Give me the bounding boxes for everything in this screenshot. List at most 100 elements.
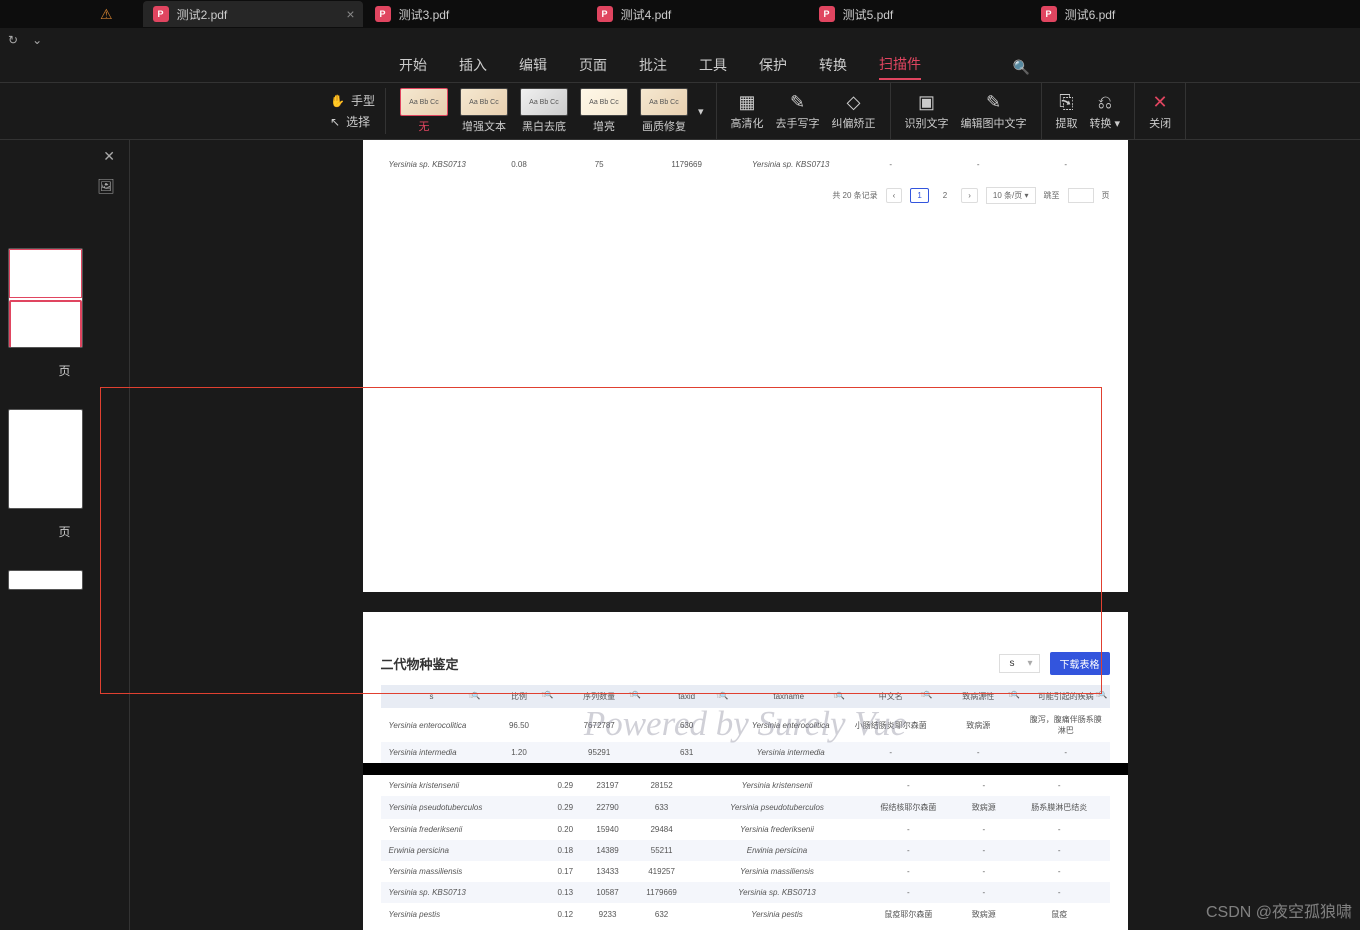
pagination: 共 20 条记录 ‹ 1 2 › 10 条/页 ▾ 跳至 页 (381, 187, 1110, 204)
table-row: Yersinia frederiksenii0.201594029484Yers… (381, 819, 1110, 840)
handwrite-icon: ✎ (790, 92, 805, 113)
pagination-jump-input[interactable] (1068, 188, 1094, 203)
level-select[interactable]: s (999, 654, 1040, 673)
menu-annotate[interactable]: 批注 (639, 55, 667, 79)
pagination-prev[interactable]: ‹ (886, 188, 903, 203)
menu-convert[interactable]: 转换 (819, 55, 847, 79)
chevron-down-icon: ▾ (698, 105, 704, 118)
pagination-page-1[interactable]: 1 (910, 188, 928, 203)
close-icon[interactable]: × (346, 6, 354, 22)
search-icon[interactable]: 🔍 (1013, 59, 1030, 76)
menu-start[interactable]: 开始 (399, 55, 427, 79)
sidebar-image-icon[interactable]: 🖼 (97, 178, 115, 195)
species-table-cont: Yersinia kristensenii0.292319728152Yersi… (381, 775, 1110, 926)
thumb-label: 页 (8, 362, 121, 379)
ocr-button[interactable]: ▣识别文字 (899, 83, 955, 139)
tab[interactable]: P 测试6.pdf (1031, 1, 1251, 27)
pdf-icon: P (819, 6, 835, 22)
ribbon-close-group: ✕关闭 (1135, 83, 1186, 139)
ribbon-enhance-group: ▦高清化 ✎去手写字 ◇纠偏矫正 (717, 83, 891, 139)
ribbon-extract-group: ⎘提取 ⎌转换 ▾ (1042, 83, 1136, 139)
sidebar-close-icon[interactable]: ✕ (103, 148, 115, 165)
thumb-2-wrap[interactable]: 页 (8, 409, 121, 540)
hand-icon: ✋ (330, 94, 345, 108)
tab[interactable]: P 测试5.pdf (809, 1, 1029, 27)
menu-scan[interactable]: 扫描件 (879, 54, 921, 80)
pdf-icon: P (597, 6, 613, 22)
thumb-1-wrap[interactable]: 页 (8, 248, 121, 379)
species-table: s⇅ 🔍 比例⇅ 🔍 序列数量⇅ 🔍 taxid⇅ 🔍 taxname⇅ 🔍 中… (381, 685, 1110, 763)
menu-insert[interactable]: 插入 (459, 55, 487, 79)
quick-access-bar: ↻ ⌄ (0, 28, 1360, 52)
tab[interactable]: P 测试4.pdf (587, 1, 807, 27)
menu-protect[interactable]: 保护 (759, 55, 787, 79)
convert-icon: ⎌ (1098, 92, 1112, 113)
select-tool[interactable]: ↖选择 (330, 113, 375, 130)
tab-label: 测试4.pdf (621, 6, 672, 23)
filter-more[interactable]: ▾ (694, 83, 708, 139)
chevron-down-icon[interactable]: ⌄ (32, 33, 42, 47)
thumb-label: 页 (8, 523, 121, 540)
sidebar: ✕ 🖼 页 页 (0, 140, 130, 930)
table-row: Yersinia intermedia1.2095291631Yersinia … (381, 742, 1110, 763)
main-area: ✕ 🖼 页 页 Yersi (0, 140, 1360, 930)
table-row: Yersinia pestis0.129233632Yersinia pesti… (381, 903, 1110, 926)
ocr-icon: ▣ (918, 92, 935, 113)
extract-button[interactable]: ⎘提取 (1050, 83, 1084, 139)
page-thumb-1[interactable] (8, 248, 83, 348)
table-row: Yersinia pseudotuberculos0.2922790633Yer… (381, 796, 1110, 819)
filter-quality[interactable]: Aa Bb Cc画质修复 (634, 83, 694, 139)
filter-enhance[interactable]: Aa Bb Cc增强文本 (454, 83, 514, 139)
cursor-icon: ↖ (330, 115, 340, 129)
pdf-icon: P (1041, 6, 1057, 22)
tab-bar: ⚠ P 测试2.pdf × P 测试3.pdf P 测试4.pdf P 测试5.… (0, 0, 1360, 28)
pdf-page-2: 二代物种鉴定 s 下载表格 s⇅ 🔍 比例⇅ 🔍 序列数量⇅ 🔍 taxid⇅ … (363, 612, 1128, 763)
redo-icon[interactable]: ↻ (8, 33, 18, 47)
pagination-next[interactable]: › (961, 188, 978, 203)
pagination-pagesize[interactable]: 10 条/页 ▾ (986, 187, 1036, 204)
table-header-row: s⇅ 🔍 比例⇅ 🔍 序列数量⇅ 🔍 taxid⇅ 🔍 taxname⇅ 🔍 中… (381, 685, 1110, 708)
pagination-jump-label: 跳至 (1044, 190, 1060, 201)
hd-icon: ▦ (738, 92, 755, 113)
ribbon-mode-tools: ✋手型 ↖选择 (320, 88, 386, 134)
menu-page[interactable]: 页面 (579, 55, 607, 79)
pagination-page-suffix: 页 (1102, 190, 1110, 201)
close-button[interactable]: ✕关闭 (1143, 83, 1177, 139)
tab[interactable]: P 测试3.pdf (365, 1, 585, 27)
ribbon-filters: Aa Bb Cc无 Aa Bb Cc增强文本 Aa Bb Cc黑白去底 Aa B… (386, 83, 717, 139)
edit-chars-button[interactable]: ✎编辑图中文字 (955, 83, 1033, 139)
menu-tools[interactable]: 工具 (699, 55, 727, 79)
extract-icon: ⎘ (1059, 92, 1073, 113)
page-thumb-3[interactable] (8, 570, 83, 590)
deskew-button[interactable]: ◇纠偏矫正 (826, 83, 882, 139)
filter-bw[interactable]: Aa Bb Cc黑白去底 (514, 83, 574, 139)
pdf-icon: P (375, 6, 391, 22)
data-table-partial: Yersinia sp. KBS0713 0.08 75 1179669 Yer… (381, 154, 1110, 175)
section-title: 二代物种鉴定 (381, 654, 459, 673)
convert-button[interactable]: ⎌转换 ▾ (1084, 83, 1127, 139)
pdf-page-1: Yersinia sp. KBS0713 0.08 75 1179669 Yer… (363, 140, 1128, 592)
document-viewer[interactable]: Yersinia sp. KBS0713 0.08 75 1179669 Yer… (130, 140, 1360, 930)
menu-bar: 开始 插入 编辑 页面 批注 工具 保护 转换 扫描件 🔍 (0, 52, 1360, 82)
tab-active[interactable]: P 测试2.pdf × (143, 1, 363, 27)
page-gap (363, 763, 1128, 775)
filter-brighten[interactable]: Aa Bb Cc增亮 (574, 83, 634, 139)
close-icon: ✕ (1153, 92, 1168, 113)
pdf-icon: P (153, 6, 169, 22)
tab-label: 测试3.pdf (399, 6, 450, 23)
thumb-3-wrap[interactable] (8, 570, 121, 590)
hd-button[interactable]: ▦高清化 (725, 83, 770, 139)
tab-label: 测试2.pdf (177, 6, 228, 23)
table-row: Yersinia massiliensis0.1713433419257Yers… (381, 861, 1110, 882)
remove-handwrite-button[interactable]: ✎去手写字 (770, 83, 826, 139)
table-row: Yersinia kristensenii0.292319728152Yersi… (381, 775, 1110, 796)
filter-none[interactable]: Aa Bb Cc无 (394, 83, 454, 139)
menu-edit[interactable]: 编辑 (519, 55, 547, 79)
deskew-icon: ◇ (847, 92, 861, 113)
pagination-page-2[interactable]: 2 (937, 189, 953, 202)
hand-tool[interactable]: ✋手型 (330, 92, 375, 109)
page-thumb-2[interactable] (8, 409, 83, 509)
pagination-total: 共 20 条记录 (832, 190, 877, 201)
download-table-button[interactable]: 下载表格 (1050, 652, 1110, 675)
pdf-page-2b: Yersinia kristensenii0.292319728152Yersi… (363, 775, 1128, 930)
